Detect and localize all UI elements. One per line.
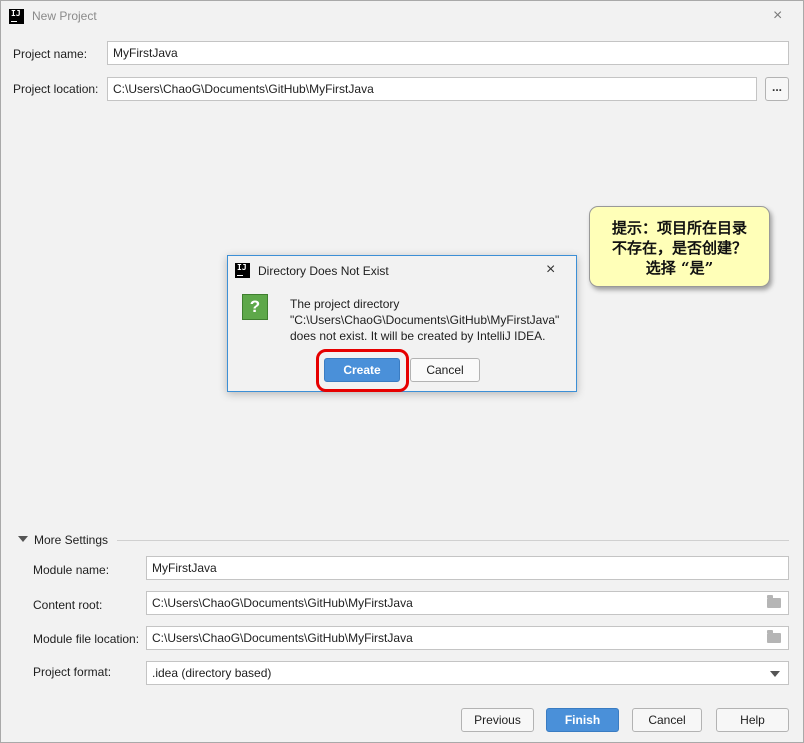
callout-line2: 不存在，是否创建？ [611, 239, 747, 257]
directory-not-exist-dialog: IJ Directory Does Not Exist × ? The proj… [227, 255, 577, 392]
project-location-label: Project location: [13, 82, 99, 96]
close-dialog-icon[interactable]: × [546, 262, 555, 278]
project-location-input[interactable]: C:\Users\ChaoG\Documents\GitHub\MyFirstJ… [107, 77, 757, 101]
project-name-input[interactable]: MyFirstJava [107, 41, 789, 65]
close-window-icon[interactable]: × [773, 8, 782, 24]
folder-icon[interactable] [767, 630, 781, 643]
module-file-location-input[interactable]: C:\Users\ChaoG\Documents\GitHub\MyFirstJ… [146, 626, 789, 650]
dialog-message-line3: does not exist. It will be created by In… [290, 329, 546, 343]
callout-line3: 选择 “是” [645, 259, 714, 277]
folder-icon[interactable] [767, 595, 781, 608]
content-root-input[interactable]: C:\Users\ChaoG\Documents\GitHub\MyFirstJ… [146, 591, 789, 615]
module-name-label: Module name: [33, 563, 110, 577]
browse-location-button[interactable]: ... [765, 77, 789, 101]
chevron-down-icon [770, 671, 780, 677]
help-button[interactable]: Help [716, 708, 789, 732]
previous-button[interactable]: Previous [461, 708, 534, 732]
dialog-message-line1: The project directory [290, 297, 400, 311]
more-settings-divider [117, 540, 789, 541]
project-format-value: .idea (directory based) [152, 666, 272, 680]
module-file-location-label: Module file location: [33, 632, 140, 646]
hint-callout: 提示：项目所在目录 不存在，是否创建？ 选择 “是” [589, 206, 770, 287]
project-name-label: Project name: [13, 47, 88, 61]
window-title: New Project [32, 9, 97, 23]
callout-line1: 提示：项目所在目录 [611, 219, 747, 237]
more-settings-header[interactable]: More Settings [34, 533, 108, 547]
intellij-app-icon: IJ [235, 263, 250, 278]
create-button[interactable]: Create [324, 358, 400, 382]
question-icon: ? [242, 294, 268, 320]
project-format-select[interactable]: .idea (directory based) [146, 661, 789, 685]
module-file-location-value: C:\Users\ChaoG\Documents\GitHub\MyFirstJ… [152, 631, 413, 645]
collapse-arrow-icon[interactable] [18, 536, 28, 542]
finish-button[interactable]: Finish [546, 708, 619, 732]
intellij-app-icon: IJ [9, 9, 24, 24]
dialog-title: Directory Does Not Exist [258, 264, 389, 278]
content-root-label: Content root: [33, 598, 103, 612]
project-format-label: Project format: [33, 665, 112, 679]
dialog-cancel-button[interactable]: Cancel [410, 358, 480, 382]
module-name-input[interactable]: MyFirstJava [146, 556, 789, 580]
title-bar: IJ New Project × [1, 1, 803, 33]
content-root-value: C:\Users\ChaoG\Documents\GitHub\MyFirstJ… [152, 596, 413, 610]
cancel-button[interactable]: Cancel [632, 708, 702, 732]
dialog-message-line2: "C:\Users\ChaoG\Documents\GitHub\MyFirst… [290, 313, 560, 327]
